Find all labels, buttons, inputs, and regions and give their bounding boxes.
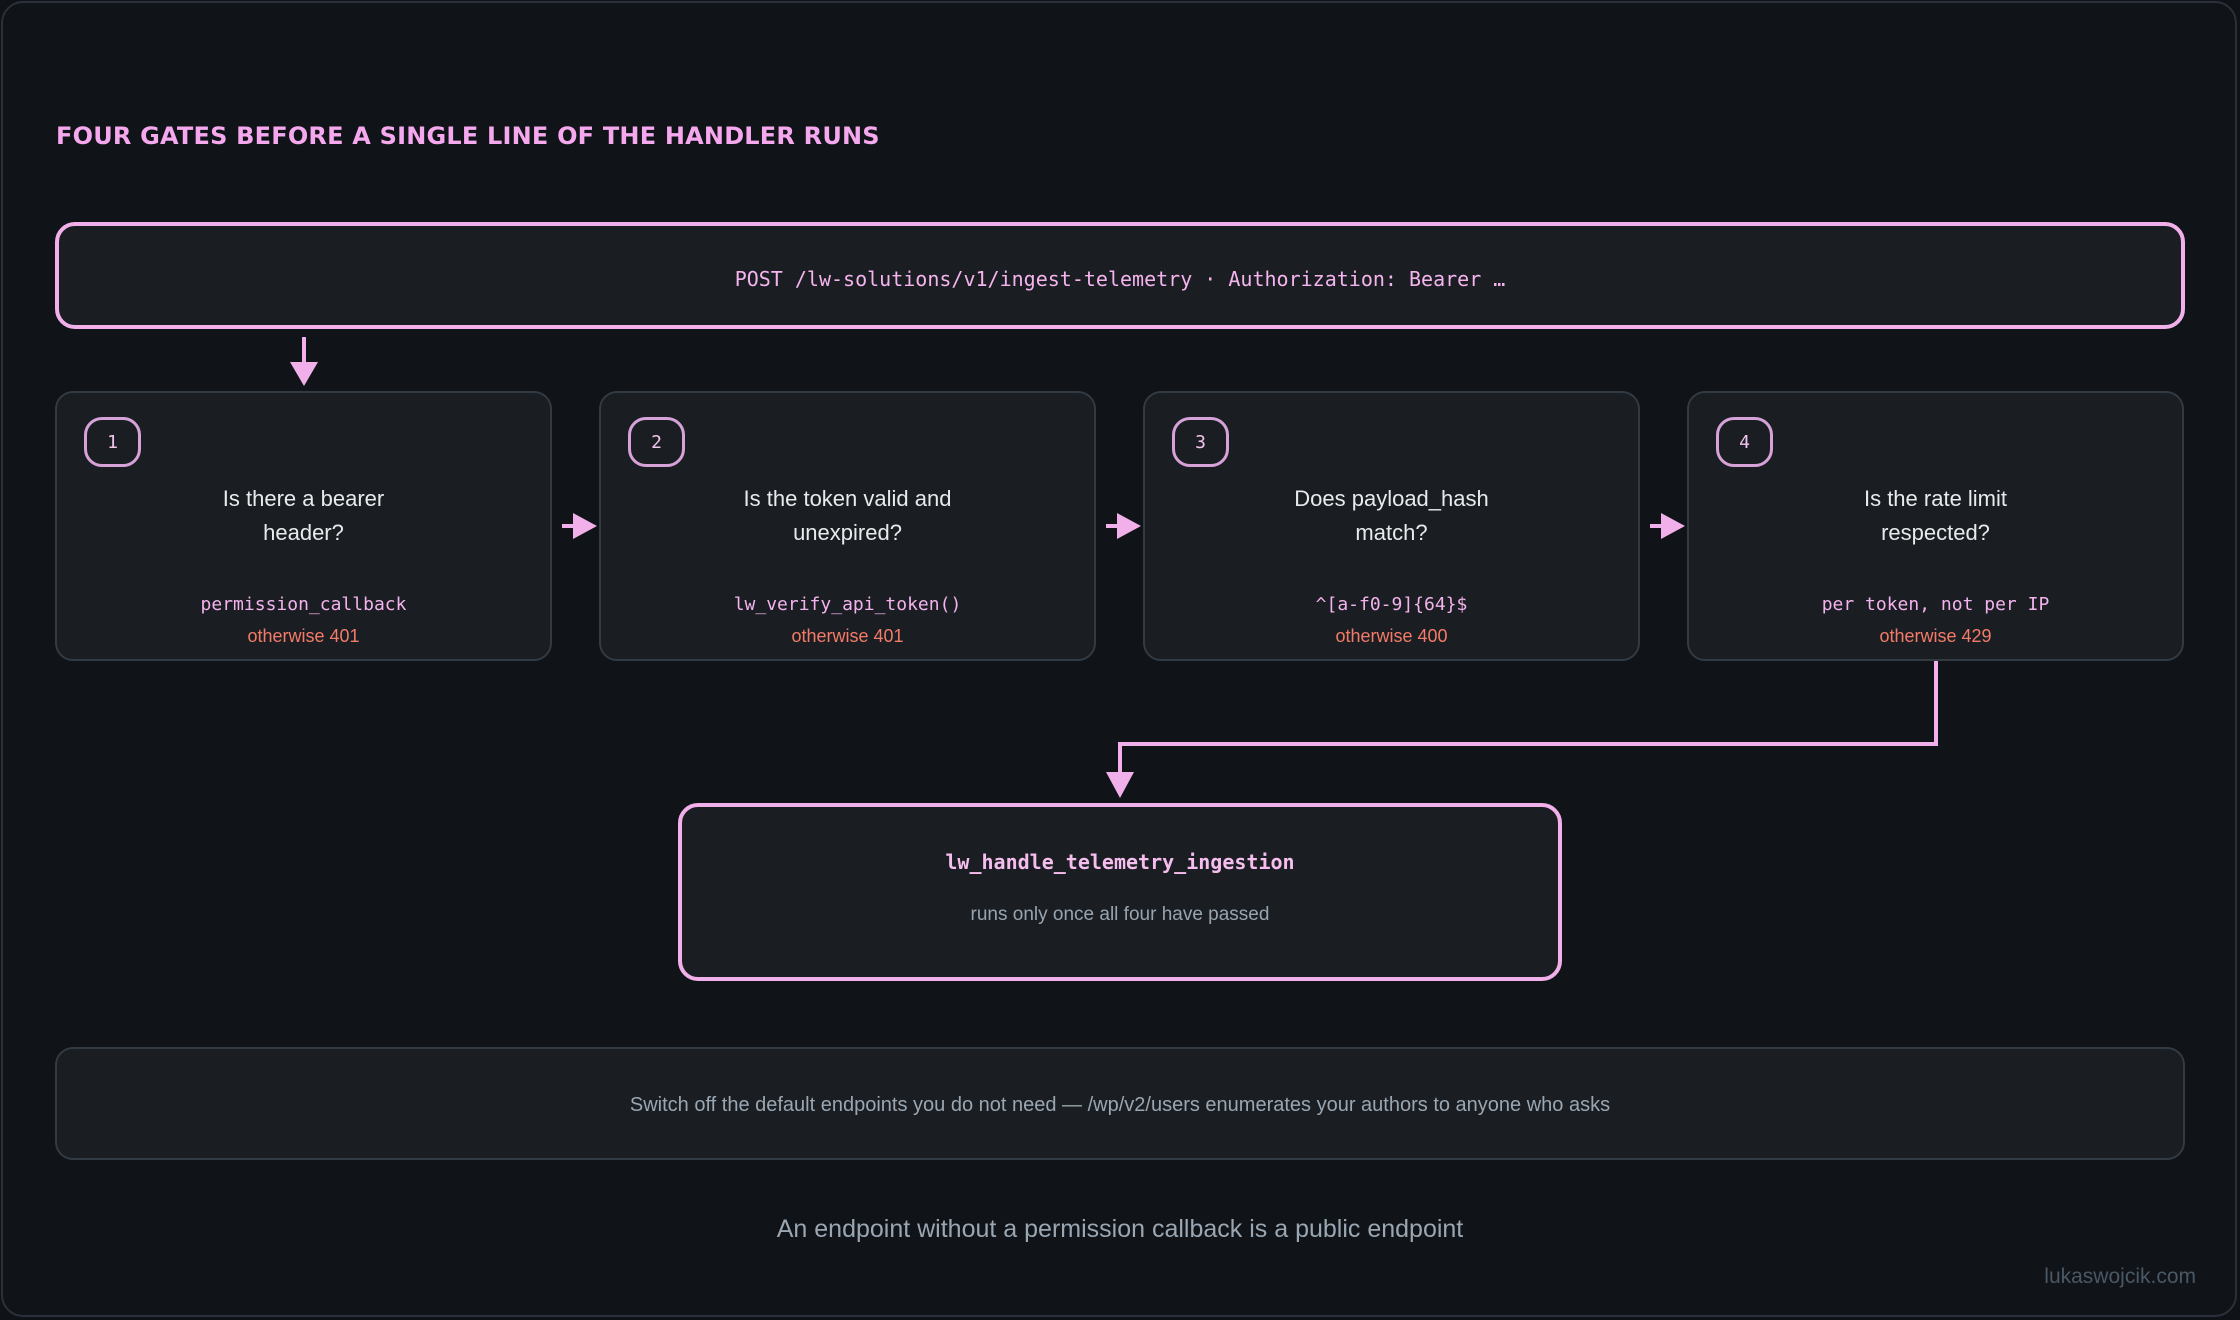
gate-1: 1 Is there a bearer header? permission_c… (55, 391, 552, 661)
gate-question-line: match? (1355, 520, 1428, 545)
handler-box: lw_handle_telemetry_ingestion runs only … (678, 803, 1562, 981)
gate-4: 4 Is the rate limit respected? per token… (1687, 391, 2184, 661)
gate-question: Is the token valid and unexpired? (601, 482, 1094, 550)
gate-failure-status: otherwise 429 (1879, 626, 1992, 646)
gate-question-line: Does payload_hash (1294, 486, 1489, 511)
gate-failure-status: otherwise 401 (247, 626, 360, 646)
gate-number-badge: 3 (1172, 417, 1229, 467)
tip-text: Switch off the default endpoints you do … (629, 1094, 1611, 1116)
tip-box: Switch off the default endpoints you do … (55, 1047, 2185, 1160)
gate-number-badge: 1 (84, 417, 141, 467)
gate-code: permission_callback (200, 594, 407, 615)
gate-question-line: Is the token valid and (743, 486, 952, 511)
tagline: An endpoint without a permission callbac… (776, 1215, 1464, 1243)
request-box: POST /lw-solutions/v1/ingest-telemetry ·… (55, 222, 2185, 329)
gate-failure-status: otherwise 401 (791, 626, 904, 646)
gate-code: per token, not per IP (1821, 594, 2050, 615)
gate-code: ^[a-f0-9]{64}$ (1315, 594, 1468, 615)
gate-3: 3 Does payload_hash match? ^[a-f0-9]{64}… (1143, 391, 1640, 661)
gate-number-badge: 4 (1716, 417, 1773, 467)
watermark: lukaswojcik.com (2044, 1265, 2196, 1288)
gate-failure-status: otherwise 400 (1335, 626, 1448, 646)
gate-question-line: Is there a bearer (222, 486, 385, 511)
gate-2: 2 Is the token valid and unexpired? lw_v… (599, 391, 1096, 661)
gate-question-line: header? (263, 520, 344, 545)
gate-code: lw_verify_api_token() (733, 594, 962, 615)
gate-number-badge: 2 (628, 417, 685, 467)
gate-question: Is there a bearer header? (57, 482, 550, 550)
gate-question-line: unexpired? (793, 520, 902, 545)
handler-function-name: lw_handle_telemetry_ingestion (945, 850, 1295, 874)
diagram-title: FOUR GATES BEFORE A SINGLE LINE OF THE H… (56, 122, 880, 150)
gate-question-line: Is the rate limit (1863, 486, 2008, 511)
gate-question: Does payload_hash match? (1145, 482, 1638, 550)
gate-question-line: respected? (1881, 520, 1990, 545)
gate-question: Is the rate limit respected? (1689, 482, 2182, 550)
handler-note: runs only once all four have passed (970, 904, 1270, 925)
request-line: POST /lw-solutions/v1/ingest-telemetry ·… (734, 266, 1506, 291)
